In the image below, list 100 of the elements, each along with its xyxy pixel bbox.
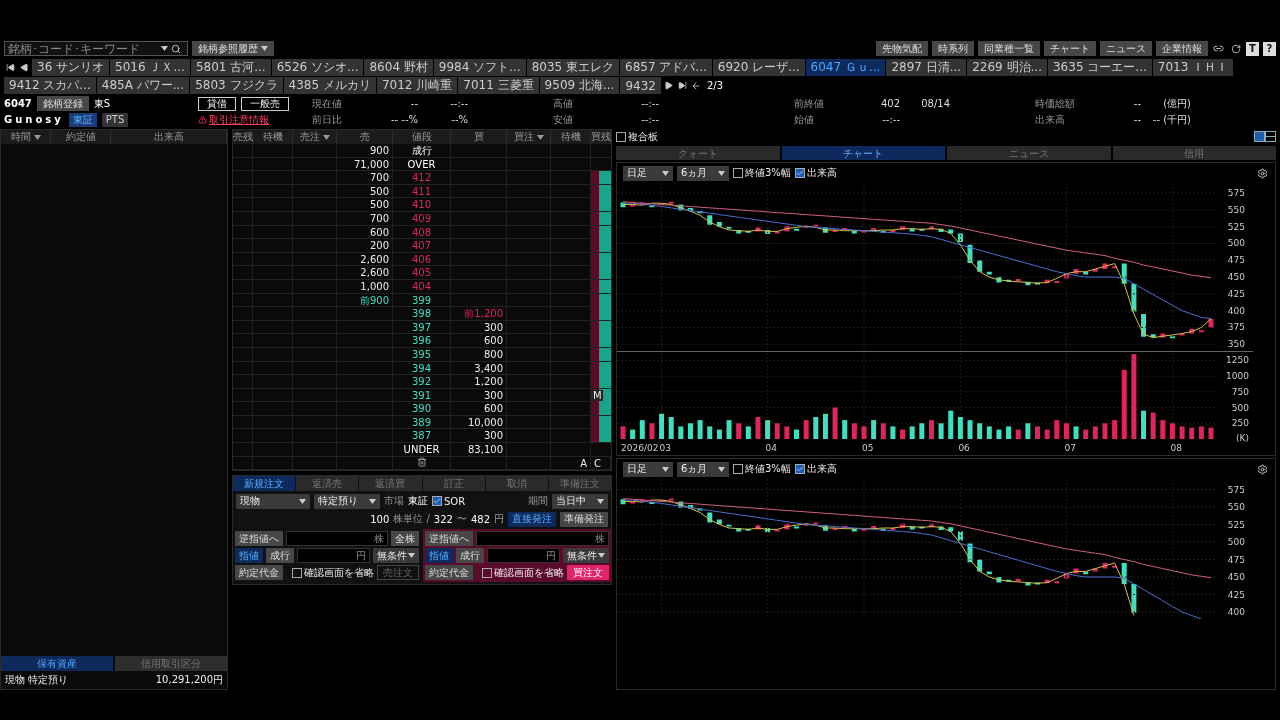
help-button[interactable]: T: [1246, 41, 1259, 56]
volume-bar: [938, 423, 944, 439]
price-cell: 392: [393, 375, 451, 389]
warning-link[interactable]: 取引注意情報: [198, 112, 269, 127]
skip-confirm-checkbox[interactable]: 確認画面を省略: [292, 565, 374, 580]
send-mode-toggle[interactable]: 直接発注: [508, 511, 556, 527]
price-cell: 387: [393, 429, 451, 443]
price-cell: 406: [393, 252, 451, 266]
ask-quantity: 2,600: [337, 266, 393, 280]
amount-button[interactable]: 約定代金: [425, 565, 473, 581]
column-header: 約定値: [65, 130, 96, 144]
option-checkbox[interactable]: 出来高: [794, 462, 837, 476]
settings-icon[interactable]: [1256, 166, 1269, 180]
ticker-tab[interactable]: 7011 三菱重: [458, 77, 539, 94]
price-type-toggle[interactable]: 指値: [235, 548, 263, 564]
venue-toggle[interactable]: 東証: [68, 112, 97, 127]
ticker-tab[interactable]: 7012 川崎重: [376, 77, 458, 94]
toolbar-button[interactable]: 時系列: [932, 41, 974, 56]
quantity-field[interactable]: 株: [476, 531, 609, 547]
ticker-tab[interactable]: 9984 ソフト...: [433, 59, 526, 76]
volume-bar: [813, 417, 819, 439]
chart-tab[interactable]: チャート: [781, 146, 945, 160]
previous-icon[interactable]: [18, 60, 31, 75]
ticker-tab[interactable]: 5801 古河...: [190, 59, 271, 76]
price-type-toggle[interactable]: 成行: [266, 548, 294, 564]
all-shares-button[interactable]: 全株: [391, 531, 419, 547]
ticker-tab[interactable]: 9509 北海...: [539, 77, 620, 94]
volume-bar: [688, 423, 693, 439]
stop-order-button[interactable]: 逆指値へ: [235, 531, 283, 547]
option-checkbox[interactable]: 終値3%幅: [733, 462, 791, 476]
venue-toggle[interactable]: PTS: [101, 112, 129, 127]
price-type-toggle[interactable]: 指値: [425, 548, 453, 564]
ticker-tab[interactable]: 6526 ソシオ...: [271, 59, 364, 76]
toolbar-button[interactable]: 企業情報: [1156, 41, 1208, 56]
term-select[interactable]: 当日中: [552, 493, 608, 509]
toolbar-button[interactable]: 先物気配: [876, 41, 928, 56]
bid-quantity: 10,000: [451, 415, 507, 429]
sor-checkbox[interactable]: SOR: [432, 495, 466, 507]
depth-bar: [591, 239, 611, 253]
axis-label: 425: [1227, 589, 1245, 600]
ticker-tab[interactable]: 6047 Ｇｕ...: [805, 59, 886, 76]
toolbar-button[interactable]: 同業種一覧: [978, 41, 1040, 56]
price-field[interactable]: 円: [297, 548, 370, 564]
ticker-tab[interactable]: 485A パワー...: [96, 77, 190, 94]
volume-bar: [649, 423, 655, 439]
period-select[interactable]: 日足: [623, 165, 673, 181]
ticker-tab[interactable]: 5803 フジクラ: [190, 77, 283, 94]
volume-bar: [909, 426, 915, 439]
option-checkbox[interactable]: 終値3%幅: [733, 166, 791, 180]
ticker-tab[interactable]: 3635 コーエー...: [1048, 59, 1152, 76]
history-dropdown[interactable]: 銘柄参照履歴: [192, 41, 274, 56]
volume-bar: [1112, 420, 1118, 439]
composite-checkbox[interactable]: 複合板: [616, 129, 658, 144]
skip-confirm-checkbox[interactable]: 確認画面を省略: [482, 565, 564, 580]
custody-select[interactable]: 特定預り: [314, 493, 380, 509]
ticker-tab[interactable]: 36 サンリオ: [32, 59, 110, 76]
help-button[interactable]: ?: [1263, 41, 1276, 56]
price-field[interactable]: 円: [487, 548, 560, 564]
period-select[interactable]: 日足: [623, 461, 673, 477]
panel-tab[interactable]: 保有資産: [1, 656, 113, 671]
caret-icon: [662, 466, 669, 472]
volume-bar: [726, 420, 732, 439]
volume-bar: [697, 420, 703, 439]
volume-bar: [986, 426, 992, 439]
ticker-tab[interactable]: 6920 レーザ...: [712, 59, 805, 76]
search-field[interactable]: 銘柄･コード･キーワード: [4, 41, 188, 56]
ticker-tab[interactable]: 2897 日清...: [886, 59, 967, 76]
condition-select[interactable]: 無条件: [563, 548, 609, 564]
ticker-tab[interactable]: 9412 スカパ...: [4, 77, 96, 94]
account-select[interactable]: 現物: [236, 493, 310, 509]
ticker-tab[interactable]: 2269 明治...: [967, 59, 1047, 76]
ticker-tab[interactable]: 6857 アドバ...: [620, 59, 712, 76]
ticker-tab[interactable]: 9432: [620, 77, 661, 94]
toolbar-button[interactable]: チャート: [1044, 41, 1096, 56]
option-checkbox[interactable]: 出来高: [794, 166, 837, 180]
ask-quantity: 前900: [337, 293, 393, 307]
range-select[interactable]: 6ヵ月: [677, 165, 729, 181]
buy-order-button[interactable]: 買注文: [567, 565, 609, 581]
price-type-toggle[interactable]: 成行: [456, 548, 484, 564]
depth-bar: [591, 171, 611, 185]
stop-order-button[interactable]: 逆指値へ: [425, 531, 473, 547]
trash-icon[interactable]: [416, 456, 427, 467]
toolbar-button[interactable]: ニュース: [1100, 41, 1152, 56]
market-label: 東S: [93, 96, 111, 111]
send-mode-toggle[interactable]: 準備発注: [560, 511, 608, 527]
condition-select[interactable]: 無条件: [373, 548, 419, 564]
ticker-tab[interactable]: 8035 東エレク: [526, 59, 619, 76]
range-select[interactable]: 6ヵ月: [677, 461, 729, 477]
ticker-tab[interactable]: 4385 メルカリ: [283, 77, 376, 94]
amount-button[interactable]: 約定代金: [235, 565, 283, 581]
ticker-tab[interactable]: 7013 ＩＨＩ: [1152, 59, 1234, 76]
order-tab[interactable]: 新規注文: [233, 476, 296, 492]
caret-icon: [718, 170, 725, 176]
volume-bar: [890, 426, 896, 439]
depth-bar: [591, 429, 611, 443]
settings-icon[interactable]: [1256, 462, 1269, 476]
ticker-tab[interactable]: 8604 野村: [364, 59, 433, 76]
register-button[interactable]: 銘柄登録: [36, 96, 89, 111]
ticker-tab[interactable]: 5016 ＪＸ...: [110, 59, 190, 76]
quantity-field[interactable]: 株: [286, 531, 388, 547]
